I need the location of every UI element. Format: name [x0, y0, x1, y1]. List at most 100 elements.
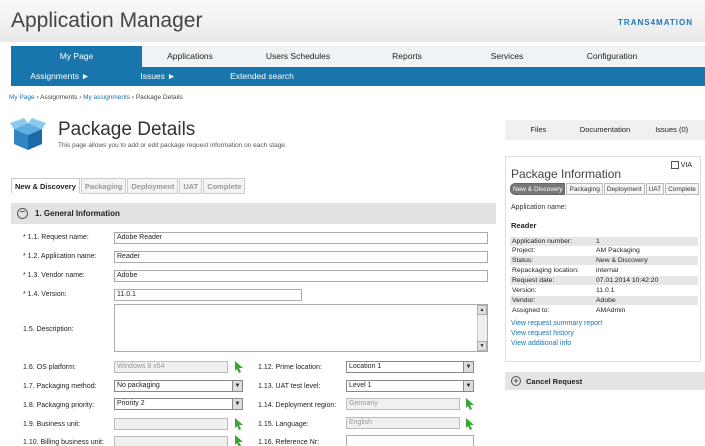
info-value: AM Packaging — [596, 247, 640, 254]
info-value: 07.01.2014 10:42:20 — [596, 277, 659, 284]
subnav-assignments[interactable]: Assignments ► — [11, 67, 109, 86]
nav-configuration[interactable]: Configuration — [558, 46, 666, 67]
tab-new-discovery[interactable]: New & Discovery — [11, 178, 80, 194]
app-name-value: Reader — [511, 221, 537, 230]
info-key: Repackaging location: — [512, 267, 579, 274]
info-value: 11.0.1 — [596, 287, 615, 294]
brand-logo: TRANS4MATION — [618, 18, 693, 27]
package-info-title: Package Information — [511, 167, 622, 181]
prime-location-select[interactable]: Location 1 ▼ — [346, 361, 474, 373]
info-row: Version: 11.0.1 — [510, 286, 698, 295]
os-platform-input: Windows 8 x64 — [114, 361, 228, 373]
tab-issues[interactable]: Issues (0) — [638, 120, 705, 140]
version-input[interactable]: 11.0.1 — [114, 289, 302, 301]
green-pointer-icon[interactable] — [234, 435, 244, 446]
info-row: Project: AM Packaging — [510, 246, 698, 255]
breadcrumb-my-page[interactable]: My Page — [9, 94, 35, 101]
via-checkbox[interactable]: VIA — [670, 161, 692, 169]
pi-tab-deployment[interactable]: Deployment — [603, 183, 645, 195]
packaging-method-value: No packaging — [117, 382, 160, 389]
billing-business-unit-label: 1.10. Billing business unit: — [23, 439, 104, 446]
uat-test-level-value: Level 1 — [349, 382, 372, 389]
packaging-priority-label: 1.8. Packaging priority: — [23, 402, 95, 409]
info-key: Version: — [512, 287, 537, 294]
request-name-label: * 1.1. Request name: — [23, 234, 89, 241]
reference-nr-label: 1.16. Reference Nr: — [258, 439, 320, 446]
pi-tab-uat[interactable]: UAT — [645, 183, 665, 195]
stage-tabs: New & Discovery Packaging Deployment UAT… — [11, 178, 246, 194]
page-subtitle: This page allows you to add or edit pack… — [58, 142, 287, 149]
info-value: New & Discovery — [596, 257, 648, 264]
tab-packaging[interactable]: Packaging — [80, 178, 127, 194]
scroll-up-icon[interactable]: ▲ — [477, 305, 487, 315]
general-info-section-header[interactable]: − 1. General Information — [11, 203, 496, 224]
green-pointer-icon[interactable] — [465, 398, 475, 410]
application-name-input[interactable]: Reader — [114, 251, 488, 263]
info-value: AMAdmin — [596, 307, 626, 314]
green-pointer-icon[interactable] — [234, 418, 244, 430]
page-title: Package Details — [58, 119, 196, 140]
subnav-extended-search[interactable]: Extended search — [207, 67, 317, 86]
request-name-input[interactable]: Adobe Reader — [114, 232, 488, 244]
tab-documentation[interactable]: Documentation — [572, 120, 639, 140]
pi-tab-new-discovery[interactable]: New & Discovery — [510, 183, 566, 195]
nav-reports[interactable]: Reports — [358, 46, 456, 67]
business-unit-input — [114, 418, 228, 430]
package-info-panel: VIA Package Information New & Discovery … — [505, 156, 701, 362]
green-pointer-icon[interactable] — [465, 418, 475, 430]
billing-business-unit-input — [114, 436, 228, 446]
info-row: Request date: 07.01.2014 10:42:20 — [510, 276, 698, 285]
nav-services[interactable]: Services — [456, 46, 558, 67]
collapse-icon[interactable]: − — [17, 208, 28, 219]
green-pointer-icon[interactable] — [234, 361, 244, 373]
vendor-name-label: * 1.3. Vendor name: — [23, 272, 85, 279]
cancel-request-button[interactable]: + Cancel Request — [505, 372, 705, 390]
dropdown-arrow-icon[interactable]: ▼ — [463, 362, 473, 372]
side-tabs: Files Documentation Issues (0) — [505, 120, 705, 140]
nav-users-schedules[interactable]: Users Schedules — [238, 46, 358, 67]
breadcrumb-assignments[interactable]: Assignments — [40, 94, 77, 101]
via-label: VIA — [680, 161, 692, 169]
os-platform-label: 1.6. OS platform: — [23, 364, 76, 371]
tab-complete[interactable]: Complete — [203, 178, 246, 194]
info-row: Repackaging location: internal — [510, 266, 698, 275]
dropdown-arrow-icon[interactable]: ▼ — [463, 381, 473, 391]
sub-nav: Assignments ► Issues ► Extended search — [11, 67, 705, 86]
nav-applications[interactable]: Applications — [142, 46, 238, 67]
info-value: internal — [596, 267, 619, 274]
view-request-history-link[interactable]: View request history — [511, 330, 574, 337]
info-key: Assigned to: — [512, 307, 550, 314]
app-title: Application Manager — [11, 9, 203, 32]
section-title: 1. General Information — [35, 209, 120, 218]
packaging-priority-value: Priority 2 — [117, 400, 145, 407]
pi-tab-packaging[interactable]: Packaging — [566, 183, 603, 195]
description-textarea[interactable]: ▲ ▼ — [114, 304, 488, 352]
info-key: Status: — [512, 257, 534, 264]
packaging-method-select[interactable]: No packaging ▼ — [114, 380, 243, 392]
reference-nr-input[interactable] — [346, 435, 474, 446]
nav-my-page[interactable]: My Page — [11, 46, 142, 67]
app-header: Application Manager TRANS4MATION — [0, 0, 705, 42]
prime-location-label: 1.12. Prime location: — [258, 364, 322, 371]
tab-uat[interactable]: UAT — [179, 178, 203, 194]
info-key: Vendor: — [512, 297, 536, 304]
tab-deployment[interactable]: Deployment — [127, 178, 179, 194]
dropdown-arrow-icon[interactable]: ▼ — [232, 381, 242, 391]
expand-plus-icon[interactable]: + — [511, 376, 521, 386]
info-row: Assigned to: AMAdmin — [510, 306, 698, 315]
uat-test-level-select[interactable]: Level 1 ▼ — [346, 380, 474, 392]
tab-files[interactable]: Files — [505, 120, 572, 140]
pi-tab-complete[interactable]: Complete — [665, 183, 699, 195]
package-info-stage-tabs: New & Discovery Packaging Deployment UAT… — [510, 183, 700, 195]
subnav-issues[interactable]: Issues ► — [109, 67, 207, 86]
checkbox-icon[interactable] — [670, 161, 679, 169]
version-label: * 1.4. Version: — [23, 291, 67, 298]
scroll-down-icon[interactable]: ▼ — [477, 341, 487, 351]
view-additional-info-link[interactable]: View additional info — [511, 340, 571, 347]
view-request-summary-link[interactable]: View request summary report — [511, 320, 602, 327]
vendor-name-input[interactable]: Adobe — [114, 270, 488, 282]
packaging-priority-select[interactable]: Priority 2 ▼ — [114, 398, 243, 410]
breadcrumb-my-assignments[interactable]: My assignments — [83, 94, 130, 101]
business-unit-label: 1.9. Business unit: — [23, 421, 81, 428]
dropdown-arrow-icon[interactable]: ▼ — [232, 399, 242, 409]
